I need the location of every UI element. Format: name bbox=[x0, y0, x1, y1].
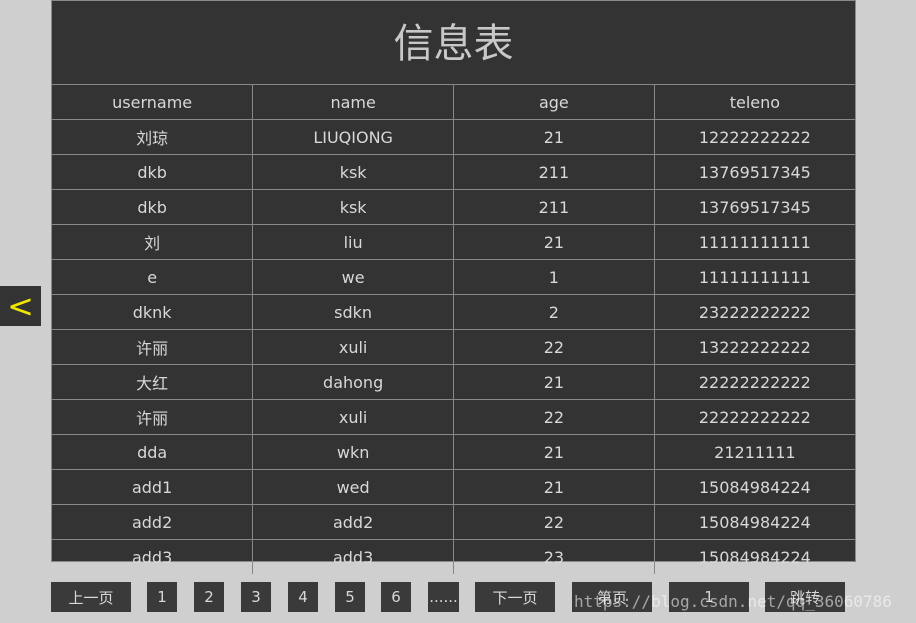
cell-teleno: 21211111 bbox=[654, 434, 855, 470]
cell-name: dahong bbox=[252, 364, 454, 400]
column-header-name: name bbox=[252, 85, 454, 120]
cell-teleno: 15084984224 bbox=[654, 469, 855, 505]
cell-name: add2 bbox=[252, 504, 454, 540]
cell-name: liu bbox=[252, 224, 454, 260]
more-pages-button[interactable]: ...... bbox=[428, 582, 459, 612]
cell-teleno: 11111111111 bbox=[654, 259, 855, 295]
cell-name: ksk bbox=[252, 189, 454, 225]
cell-username: add3 bbox=[52, 539, 254, 574]
table-row: dda wkn 21 21211111 bbox=[52, 434, 855, 470]
page-label: 第页 bbox=[572, 582, 652, 612]
cell-name: wed bbox=[252, 469, 454, 505]
cell-teleno: 13769517345 bbox=[654, 189, 855, 225]
cell-username: dkb bbox=[52, 189, 254, 225]
cell-age: 23 bbox=[453, 539, 655, 574]
prev-page-button[interactable]: 上一页 bbox=[51, 582, 131, 612]
table-row: e we 1 11111111111 bbox=[52, 259, 855, 295]
cell-username: add2 bbox=[52, 504, 254, 540]
cell-age: 21 bbox=[453, 119, 655, 155]
cell-teleno: 13222222222 bbox=[654, 329, 855, 365]
cell-age: 2 bbox=[453, 294, 655, 330]
cell-teleno: 12222222222 bbox=[654, 119, 855, 155]
cell-name: LIUQIONG bbox=[252, 119, 454, 155]
cell-teleno: 15084984224 bbox=[654, 504, 855, 540]
cell-age: 21 bbox=[453, 469, 655, 505]
page-number-input[interactable]: 1 bbox=[669, 582, 749, 612]
cell-name: sdkn bbox=[252, 294, 454, 330]
table-row: 大红 dahong 21 22222222222 bbox=[52, 364, 855, 400]
cell-teleno: 11111111111 bbox=[654, 224, 855, 260]
cell-username: 大红 bbox=[52, 364, 254, 400]
info-table: username name age teleno 刘琼 LIUQIONG 21 122… bbox=[52, 85, 855, 574]
table-header-row: username name age teleno bbox=[52, 85, 855, 120]
table-row: add3 add3 23 15084984224 bbox=[52, 539, 855, 574]
cell-age: 1 bbox=[453, 259, 655, 295]
cell-age: 21 bbox=[453, 224, 655, 260]
page-title: 信息表 bbox=[52, 1, 855, 85]
info-table-panel: 信息表 username name age teleno 刘琼 LIUQIONG 2… bbox=[51, 0, 856, 574]
cell-username: dda bbox=[52, 434, 254, 470]
cell-age: 22 bbox=[453, 399, 655, 435]
page-5-button[interactable]: 5 bbox=[335, 582, 365, 612]
table-row: dknk sdkn 2 23222222222 bbox=[52, 294, 855, 330]
cell-age: 21 bbox=[453, 434, 655, 470]
page-4-button[interactable]: 4 bbox=[288, 582, 318, 612]
cell-username: 刘 bbox=[52, 224, 254, 260]
cell-age: 22 bbox=[453, 329, 655, 365]
page-2-button[interactable]: 2 bbox=[194, 582, 224, 612]
cell-name: we bbox=[252, 259, 454, 295]
chevron-left-icon: < bbox=[7, 287, 34, 325]
table-row: dkb ksk 211 13769517345 bbox=[52, 154, 855, 190]
column-header-teleno: teleno bbox=[654, 85, 855, 120]
cell-username: dknk bbox=[52, 294, 254, 330]
prev-arrow-button[interactable]: < bbox=[0, 286, 41, 326]
table-row: 刘 liu 21 11111111111 bbox=[52, 224, 855, 260]
cell-name: xuli bbox=[252, 329, 454, 365]
cell-age: 211 bbox=[453, 154, 655, 190]
column-header-username: username bbox=[52, 85, 254, 120]
table-row: dkb ksk 211 13769517345 bbox=[52, 189, 855, 225]
cell-age: 22 bbox=[453, 504, 655, 540]
column-header-age: age bbox=[453, 85, 655, 120]
page-6-button[interactable]: 6 bbox=[381, 582, 411, 612]
cell-age: 21 bbox=[453, 364, 655, 400]
cell-username: 刘琼 bbox=[52, 119, 254, 155]
next-page-button[interactable]: 下一页 bbox=[475, 582, 555, 612]
table-row: add1 wed 21 15084984224 bbox=[52, 469, 855, 505]
cell-age: 211 bbox=[453, 189, 655, 225]
table-row: 刘琼 LIUQIONG 21 12222222222 bbox=[52, 119, 855, 155]
cell-teleno: 13769517345 bbox=[654, 154, 855, 190]
page-1-button[interactable]: 1 bbox=[147, 582, 177, 612]
cell-username: add1 bbox=[52, 469, 254, 505]
cell-teleno: 22222222222 bbox=[654, 399, 855, 435]
cell-teleno: 23222222222 bbox=[654, 294, 855, 330]
cell-name: add3 bbox=[252, 539, 454, 574]
table-row: 许丽 xuli 22 13222222222 bbox=[52, 329, 855, 365]
table-row: add2 add2 22 15084984224 bbox=[52, 504, 855, 540]
cell-username: dkb bbox=[52, 154, 254, 190]
cell-username: 许丽 bbox=[52, 329, 254, 365]
table-row: 许丽 xuli 22 22222222222 bbox=[52, 399, 855, 435]
cell-name: wkn bbox=[252, 434, 454, 470]
cell-name: xuli bbox=[252, 399, 454, 435]
cell-teleno: 22222222222 bbox=[654, 364, 855, 400]
cell-teleno: 15084984224 bbox=[698, 547, 811, 567]
page-3-button[interactable]: 3 bbox=[241, 582, 271, 612]
cell-name: ksk bbox=[252, 154, 454, 190]
cell-username: e bbox=[52, 259, 254, 295]
jump-button[interactable]: 跳转 bbox=[765, 582, 845, 612]
cell-username: 许丽 bbox=[52, 399, 254, 435]
